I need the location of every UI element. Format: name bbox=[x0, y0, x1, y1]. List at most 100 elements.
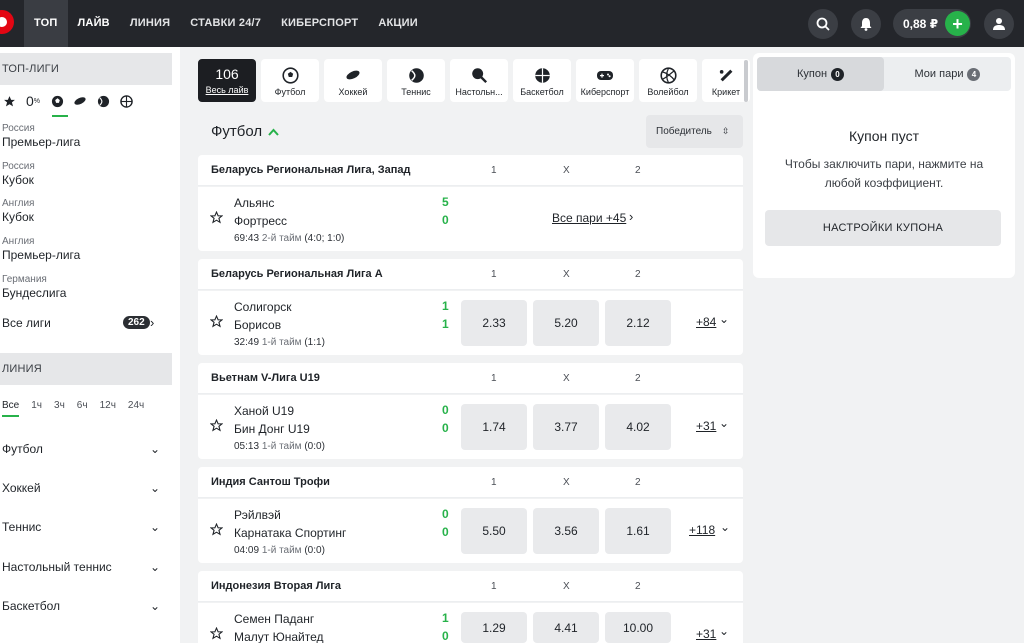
tennis-icon[interactable] bbox=[96, 94, 110, 108]
tab-football[interactable]: Футбол bbox=[261, 59, 319, 102]
chevron-down-icon: ⌄ bbox=[719, 624, 730, 638]
top-league-item[interactable]: Россия Премьер-лига bbox=[2, 123, 80, 149]
sport-item-football[interactable]: Футбол ⌄ bbox=[2, 442, 160, 456]
league-header[interactable]: Индонезия Вторая Лига 1 X 2 bbox=[198, 571, 743, 602]
search-icon bbox=[816, 17, 830, 31]
col-header-x: X bbox=[563, 269, 570, 280]
nav-promotions[interactable]: АКЦИИ bbox=[368, 0, 428, 47]
odd-button-x[interactable]: 3.56 bbox=[533, 508, 599, 554]
league-header[interactable]: Вьетнам V-Лига U19 1 X 2 bbox=[198, 363, 743, 394]
tab-cricket[interactable]: Крикет bbox=[702, 59, 750, 102]
match-row[interactable]: Рэйлвэй Карнатака Спортинг 04:09 1-й тай… bbox=[198, 499, 743, 563]
top-league-item[interactable]: Англия Кубок bbox=[2, 198, 34, 224]
odd-button-2[interactable]: 4.02 bbox=[605, 404, 671, 450]
all-bets-link[interactable]: Все пари +45 bbox=[552, 211, 626, 225]
time-filter-all[interactable]: Все bbox=[2, 400, 20, 417]
time-filter-24h[interactable]: 24ч bbox=[128, 400, 144, 417]
odd-button-1[interactable]: 1.74 bbox=[461, 404, 527, 450]
tab-volleyball[interactable]: Волейбол bbox=[639, 59, 697, 102]
tab-tennis[interactable]: Теннис bbox=[387, 59, 445, 102]
match-row[interactable]: Ханой U19 Бин Донг U19 05:13 1-й тайм (0… bbox=[198, 395, 743, 459]
top-league-item[interactable]: Германия Бундеслига bbox=[2, 274, 66, 300]
tab-esports[interactable]: Киберспорт bbox=[576, 59, 634, 102]
tab-table-tennis[interactable]: Настольн... bbox=[450, 59, 508, 102]
odd-button-1[interactable]: 2.33 bbox=[461, 300, 527, 346]
favorite-star-icon[interactable] bbox=[209, 418, 224, 435]
gamepad-icon bbox=[596, 66, 614, 84]
top-league-item[interactable]: Англия Премьер-лига bbox=[2, 236, 80, 262]
tab-my-bets[interactable]: Мои пари 4 bbox=[884, 57, 1011, 91]
tab-basketball[interactable]: Баскетбол bbox=[513, 59, 571, 102]
sport-filter-icons: 0% bbox=[2, 93, 133, 109]
favorite-star-icon[interactable] bbox=[209, 210, 224, 227]
coupon-settings-button[interactable]: НАСТРОЙКИ КУПОНА bbox=[765, 210, 1001, 246]
league-header[interactable]: Беларусь Региональная Лига А 1 X 2 bbox=[198, 259, 743, 290]
time-filter-6h[interactable]: 6ч bbox=[77, 400, 88, 417]
hockey-icon[interactable] bbox=[73, 94, 87, 108]
odd-button-2[interactable]: 10.00 bbox=[605, 612, 671, 643]
tab-coupon-label: Купон bbox=[796, 68, 828, 80]
basketball-icon[interactable] bbox=[119, 94, 133, 108]
col-header-1: 1 bbox=[491, 477, 497, 488]
time-filter-3h[interactable]: 3ч bbox=[54, 400, 65, 417]
tabs-scrollbar[interactable] bbox=[744, 60, 748, 102]
tab-label: Волейбол bbox=[647, 87, 689, 97]
tab-coupon[interactable]: Купон 0 bbox=[757, 57, 884, 91]
tab-label: Киберспорт bbox=[580, 87, 630, 97]
odd-button-2[interactable]: 1.61 bbox=[605, 508, 671, 554]
nav-line[interactable]: ЛИНИЯ bbox=[120, 0, 180, 47]
sport-item-basketball[interactable]: Баскетбол ⌄ bbox=[2, 599, 160, 613]
odd-button-1[interactable]: 5.50 bbox=[461, 508, 527, 554]
odd-button-x[interactable]: 4.41 bbox=[533, 612, 599, 643]
match-row[interactable]: Семен Паданг Малут Юнайтед 1 0 1.29 4.41… bbox=[198, 603, 743, 643]
team-away: Борисов bbox=[234, 318, 282, 332]
zero-percent-filter[interactable]: 0% bbox=[25, 93, 41, 109]
match-row[interactable]: Солигорск Борисов 32:49 1-й тайм (1:1) 1… bbox=[198, 291, 743, 355]
all-leagues-link[interactable]: Все лиги 262 › bbox=[2, 315, 162, 330]
odd-button-2[interactable]: 2.12 bbox=[605, 300, 671, 346]
col-header-2: 2 bbox=[635, 581, 641, 592]
logo-icon[interactable] bbox=[0, 10, 14, 34]
top-league-item[interactable]: Россия Кубок bbox=[2, 161, 35, 187]
team-home: Альянс bbox=[234, 196, 275, 210]
odd-button-x[interactable]: 5.20 bbox=[533, 300, 599, 346]
time-filter-1h[interactable]: 1ч bbox=[31, 400, 42, 417]
favorite-star-icon[interactable] bbox=[209, 314, 224, 331]
league-header[interactable]: Беларусь Региональная Лига, Запад 1 X 2 bbox=[198, 155, 743, 186]
tab-hockey[interactable]: Хоккей bbox=[324, 59, 382, 102]
user-icon bbox=[993, 18, 1005, 30]
sport-item-tennis[interactable]: Теннис ⌄ bbox=[2, 520, 160, 534]
favorite-star-icon[interactable] bbox=[209, 522, 224, 539]
more-markets-link[interactable]: +84 bbox=[696, 315, 716, 329]
more-markets-link[interactable]: +31 bbox=[696, 627, 716, 641]
tab-all-live[interactable]: 106 Весь лайв bbox=[198, 59, 256, 102]
chevron-right-icon: › bbox=[629, 209, 634, 224]
chevron-down-icon: ⌄ bbox=[149, 520, 160, 534]
deposit-button[interactable]: + bbox=[945, 11, 970, 36]
football-icon[interactable] bbox=[50, 94, 64, 108]
league-header[interactable]: Индия Сантош Трофи 1 X 2 bbox=[198, 467, 743, 498]
odd-button-1[interactable]: 1.29 bbox=[461, 612, 527, 643]
more-markets-link[interactable]: +118 bbox=[689, 523, 715, 537]
sport-tabs: 106 Весь лайв Футбол Хоккей Теннис Насто… bbox=[198, 59, 750, 102]
section-title[interactable]: Футбол bbox=[211, 123, 279, 140]
sport-item-hockey[interactable]: Хоккей ⌄ bbox=[2, 481, 160, 495]
nav-live[interactable]: ЛАЙВ bbox=[68, 0, 120, 47]
market-select[interactable]: Победитель ⇳ bbox=[646, 115, 743, 148]
profile-button[interactable] bbox=[984, 9, 1014, 39]
market-select-value: Победитель bbox=[656, 126, 712, 137]
odd-button-x[interactable]: 3.77 bbox=[533, 404, 599, 450]
sport-item-table-tennis[interactable]: Настольный теннис ⌄ bbox=[2, 560, 160, 574]
nav-bets-24-7[interactable]: СТАВКИ 24/7 bbox=[180, 0, 271, 47]
notifications-button[interactable] bbox=[851, 9, 881, 39]
chevron-up-icon bbox=[268, 128, 279, 136]
nav-esports[interactable]: КИБЕРСПОРТ bbox=[271, 0, 368, 47]
col-header-1: 1 bbox=[491, 581, 497, 592]
nav-top[interactable]: ТОП bbox=[24, 0, 68, 47]
search-button[interactable] bbox=[808, 9, 838, 39]
favorites-star-icon[interactable] bbox=[2, 94, 16, 108]
time-filter-12h[interactable]: 12ч bbox=[100, 400, 116, 417]
more-markets-link[interactable]: +31 bbox=[696, 419, 716, 433]
favorite-star-icon[interactable] bbox=[209, 626, 224, 643]
match-row[interactable]: Альянс Фортресс 69:43 2-й тайм (4:0; 1:0… bbox=[198, 187, 743, 251]
